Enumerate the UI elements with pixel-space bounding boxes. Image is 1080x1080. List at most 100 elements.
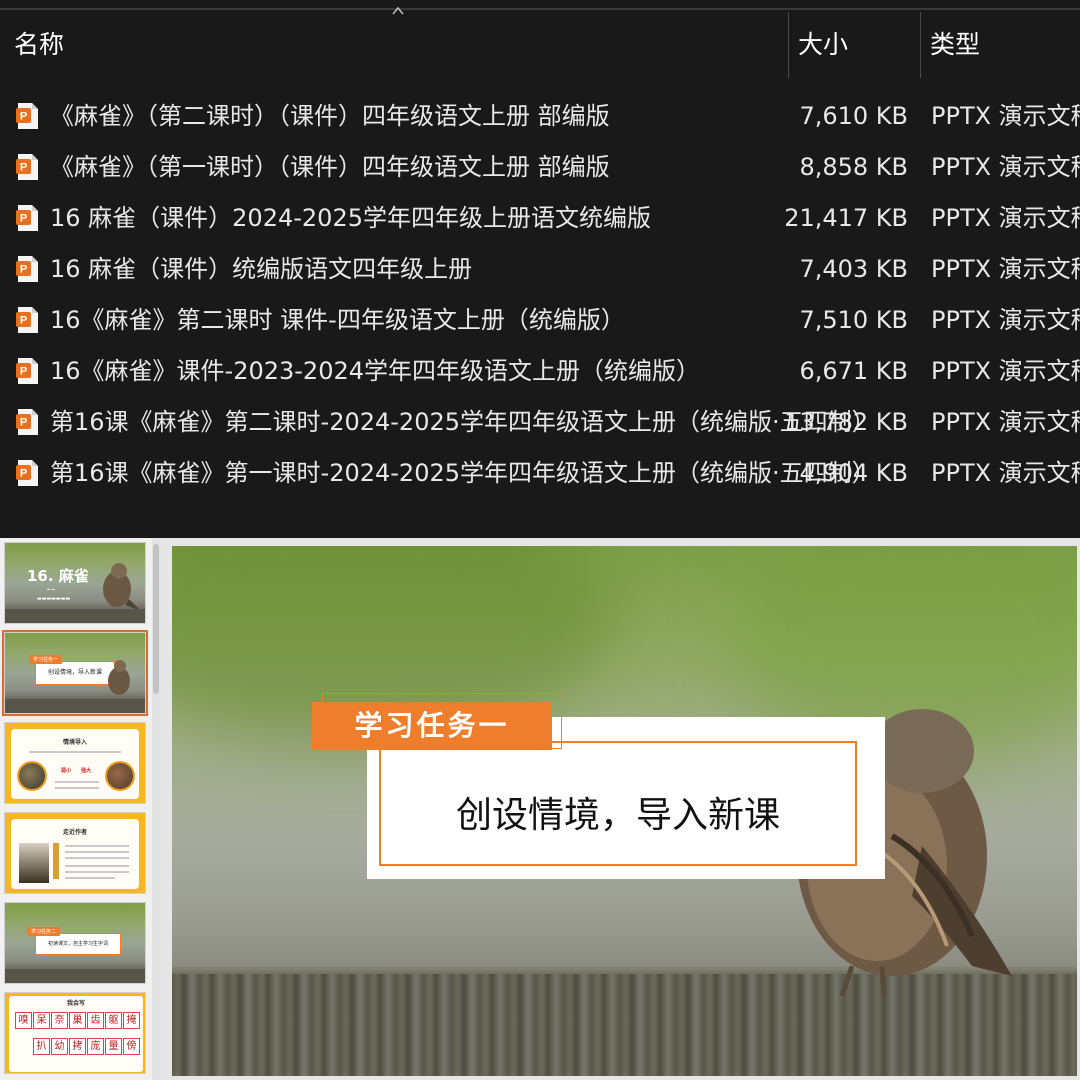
file-type: PPTX 演示文稿 [931, 357, 1080, 385]
slide-thumbnail-2[interactable]: 创设情境，导入新课 学习任务一 [2, 630, 148, 716]
slide-thumbnail-3[interactable]: 情境导入 弱小 强大 [4, 722, 146, 804]
column-header-size[interactable]: 大小 [798, 28, 848, 78]
thumbnail-scrollbar-thumb[interactable] [153, 544, 159, 694]
slide-heading: 创设情境，导入新课 [455, 795, 780, 836]
svg-text:P: P [20, 264, 27, 276]
file-explorer: 名称 大小 类型 P 《麻雀》（第二课时）（课件）四年级语文上册 部编版 7,610… [0, 0, 1080, 538]
svg-text:P: P [20, 162, 27, 174]
powerpoint-file-icon: P [16, 358, 38, 384]
file-name: 第16课《麻雀》第一课时-2024-2025学年四年级语文上册（统编版·五四制） [50, 459, 876, 487]
file-name: 16《麻雀》课件-2023-2024学年四年级语文上册（统编版） [50, 357, 701, 385]
character-box: 拷 [69, 1038, 86, 1055]
thumbnail-title: 16. 麻雀 [27, 567, 89, 585]
task-tag: 学习任务一 [312, 702, 552, 750]
character-box: 傍 [123, 1038, 140, 1055]
slide-thumbnail-6[interactable]: 我会写 嗅呆奈巢齿躯掩扒幼拷庞量傍 [4, 992, 146, 1074]
svg-text:P: P [20, 111, 27, 123]
slide-thumbnail-4[interactable]: 走近作者 [4, 812, 146, 894]
author-name-vertical [53, 843, 59, 879]
file-type: PPTX 演示文稿 [931, 255, 1080, 283]
text-line [65, 851, 129, 853]
file-row[interactable]: P 《麻雀》（第二课时）（课件）四年级语文上册 部编版 7,610 KB PPTX 演… [0, 94, 1080, 142]
file-type: PPTX 演示文稿 [931, 408, 1080, 436]
powerpoint-file-icon: P [16, 154, 38, 180]
text-line [65, 857, 129, 859]
file-type: PPTX 演示文稿 [931, 306, 1080, 334]
thumbnail-subtitle-line: ▬▬▬▬▬▬▬ [37, 596, 71, 602]
thumbnail-card: 我会写 嗅呆奈巢齿躯掩扒幼拷庞量傍 [9, 996, 143, 1072]
svg-text:P: P [20, 417, 27, 429]
powerpoint-file-icon: P [16, 205, 38, 231]
file-size: 21,417 KB [784, 204, 908, 232]
powerpoint-file-icon: P [16, 103, 38, 129]
character-box: 庞 [87, 1038, 104, 1055]
character-box: 扒 [33, 1038, 50, 1055]
text-line [29, 751, 121, 753]
column-separator[interactable] [920, 12, 921, 78]
text-line [55, 781, 99, 783]
file-type: PPTX 演示文稿 [931, 459, 1080, 487]
file-name: 《麻雀》（第二课时）（课件）四年级语文上册 部编版 [50, 102, 610, 130]
main-slide[interactable]: 学习任务一 创设情境，导入新课 [172, 546, 1077, 1076]
weak-label: 弱小 [61, 768, 72, 774]
powerpoint-file-icon: P [16, 460, 38, 486]
svg-text:P: P [20, 468, 27, 480]
file-size: 4,904 KB [799, 459, 908, 487]
file-size: 7,403 KB [799, 255, 908, 283]
slide-thumbnail-pane: 16. 麻雀 ━ ━ ▬▬▬▬▬▬▬ 创设情境，导入新课 学习任务一 情境导入 [0, 538, 160, 1080]
character-box: 嗅 [15, 1012, 32, 1029]
file-name: 第16课《麻雀》第二课时-2024-2025学年四年级语文上册（统编版·五四制） [50, 408, 876, 436]
character-box: 量 [105, 1038, 122, 1055]
thumbnail-task-tag: 学习任务一 [29, 655, 63, 664]
thumbnail-task-box: 初读课文，自主学习生字词 [35, 933, 121, 955]
author-portrait [19, 843, 49, 883]
file-size: 8,858 KB [799, 153, 908, 181]
thumbnail-title: 走近作者 [62, 829, 87, 836]
file-name: 《麻雀》（第一课时）（课件）四年级语文上册 部编版 [50, 153, 610, 181]
file-name: 16 麻雀（课件）2024-2025学年四年级上册语文统编版 [50, 204, 651, 232]
text-line [65, 865, 129, 867]
top-divider [0, 8, 1080, 10]
thumbnail-subtitle-line: ━ ━ [47, 587, 55, 593]
file-row[interactable]: P 16 麻雀（课件）统编版语文四年级上册 7,403 KB PPTX 演示文稿 [0, 247, 1080, 295]
file-row[interactable]: P 16《麻雀》第二课时 课件-四年级语文上册（统编版） 7,510 KB PPTX … [0, 298, 1080, 346]
dog-circle-image [105, 761, 135, 791]
thumbnail-card: 情境导入 弱小 强大 [11, 729, 139, 799]
text-line [65, 845, 129, 847]
column-header-name[interactable]: 名称 [14, 28, 64, 78]
file-name: 16《麻雀》第二课时 课件-四年级语文上册（统编版） [50, 306, 625, 334]
slide-thumbnail-5[interactable]: 初读课文，自主学习生字词 学习任务二 [4, 902, 146, 984]
thumbnail-ground [5, 699, 145, 713]
thumbnail-task-tag: 学习任务二 [27, 927, 61, 936]
thumbnail-title: 我会写 [66, 1000, 85, 1007]
slide-thumbnail-1[interactable]: 16. 麻雀 ━ ━ ▬▬▬▬▬▬▬ [4, 542, 146, 624]
character-box: 躯 [105, 1012, 122, 1029]
character-box: 齿 [87, 1012, 104, 1029]
svg-text:P: P [20, 315, 27, 327]
file-type: PPTX 演示文稿 [931, 204, 1080, 232]
file-row[interactable]: P 16 麻雀（课件）2024-2025学年四年级上册语文统编版 21,417 KB… [0, 196, 1080, 244]
sort-ascending-icon[interactable] [391, 4, 405, 18]
file-row[interactable]: P 第16课《麻雀》第二课时-2024-2025学年四年级语文上册（统编版·五四制… [0, 400, 1080, 448]
character-box: 呆 [33, 1012, 50, 1029]
file-size: 6,671 KB [799, 357, 908, 385]
file-size: 13,782 KB [784, 408, 908, 436]
file-row[interactable]: P 第16课《麻雀》第一课时-2024-2025学年四年级语文上册（统编版·五四制… [0, 451, 1080, 499]
text-line [65, 871, 129, 873]
file-name: 16 麻雀（课件）统编版语文四年级上册 [50, 255, 473, 283]
character-box: 幼 [51, 1038, 68, 1055]
column-separator[interactable] [788, 12, 789, 78]
file-type: PPTX 演示文稿 [931, 153, 1080, 181]
file-row[interactable]: P 16《麻雀》课件-2023-2024学年四年级语文上册（统编版） 6,671 K… [0, 349, 1080, 397]
thumbnail-ground [5, 969, 145, 983]
powerpoint-file-icon: P [16, 307, 38, 333]
thumbnail-ground [5, 609, 145, 623]
file-row[interactable]: P 《麻雀》（第一课时）（课件）四年级语文上册 部编版 8,858 KB PPTX 演… [0, 145, 1080, 193]
svg-text:P: P [20, 213, 27, 225]
file-size: 7,510 KB [799, 306, 908, 334]
file-type: PPTX 演示文稿 [931, 102, 1080, 130]
strong-label: 强大 [81, 768, 92, 774]
thumbnail-card: 走近作者 [11, 819, 139, 889]
column-header-type[interactable]: 类型 [930, 28, 980, 78]
powerpoint-file-icon: P [16, 409, 38, 435]
